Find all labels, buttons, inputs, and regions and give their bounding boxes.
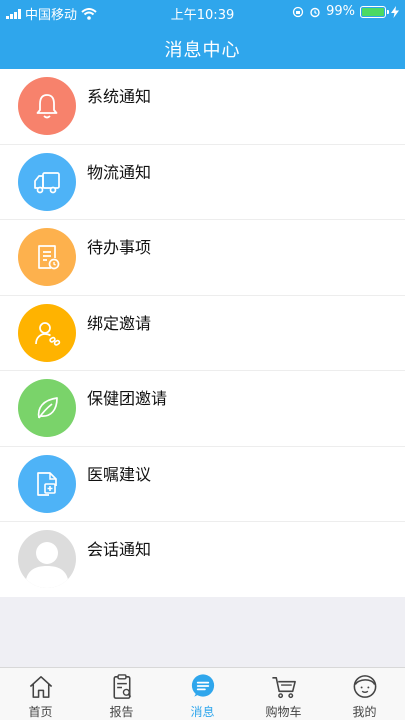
report-icon [112, 674, 131, 699]
cart-icon [271, 677, 296, 699]
tab-home[interactable]: 首页 [0, 668, 81, 720]
list-item-medical-advice[interactable]: 医嘱建议 [0, 447, 405, 522]
charging-icon [391, 5, 399, 18]
battery-level [362, 7, 384, 16]
tab-cart[interactable]: 购物车 [243, 668, 324, 720]
list-item-todo[interactable]: 待办事项 [0, 220, 405, 296]
tab-label: 购物车 [265, 705, 302, 719]
truck-icon [18, 152, 76, 211]
medical-document-icon [18, 454, 76, 513]
list-item-system-notice[interactable]: 系统通知 [0, 69, 405, 145]
app-header: 中国移动 上午10:39 99% 消息中心 [0, 0, 405, 69]
bell-icon [18, 77, 76, 135]
tab-label: 消息 [190, 705, 215, 719]
profile-icon [353, 675, 376, 698]
message-list: 系统通知 物流通知 待办事项 绑定邀请 保健团邀请 医嘱建议 会话通知 [0, 69, 405, 597]
list-item-label: 待办事项 [87, 238, 152, 257]
list-item-health-group-invite[interactable]: 保健团邀请 [0, 371, 405, 447]
tab-label: 我的 [352, 705, 377, 719]
list-item-label: 物流通知 [87, 162, 152, 182]
leaf-icon [18, 379, 76, 437]
list-item-chat-notice[interactable]: 会话通知 [0, 522, 405, 598]
tab-messages[interactable]: 消息 [162, 668, 243, 720]
tab-profile[interactable]: 我的 [324, 668, 405, 720]
battery-icon [360, 5, 389, 18]
tab-report[interactable]: 报告 [81, 668, 162, 720]
battery-percent: 99% [326, 4, 355, 19]
list-item-logistics-notice[interactable]: 物流通知 [0, 145, 405, 220]
list-item-label: 保健团邀请 [87, 389, 168, 408]
list-item-label: 绑定邀请 [87, 313, 152, 333]
page-title: 消息中心 [164, 40, 241, 61]
tab-label: 首页 [28, 705, 53, 719]
list-item-label: 医嘱建议 [87, 464, 152, 484]
alarm-icon [310, 7, 320, 17]
home-icon [29, 676, 52, 698]
todo-document-icon [18, 228, 76, 286]
list-item-binding-invite[interactable]: 绑定邀请 [0, 296, 405, 371]
orientation-lock-icon [292, 6, 304, 17]
status-right: 99% [292, 4, 399, 19]
tab-label: 报告 [109, 705, 134, 719]
message-icon [191, 674, 214, 697]
status-bar: 中国移动 上午10:39 99% [0, 0, 405, 24]
list-item-label: 系统通知 [87, 87, 152, 106]
list-item-label: 会话通知 [87, 540, 152, 559]
default-avatar-icon [18, 530, 76, 588]
tab-bar: 首页 报告 消息 购物车 我的 [0, 667, 405, 720]
user-link-icon [18, 303, 76, 362]
